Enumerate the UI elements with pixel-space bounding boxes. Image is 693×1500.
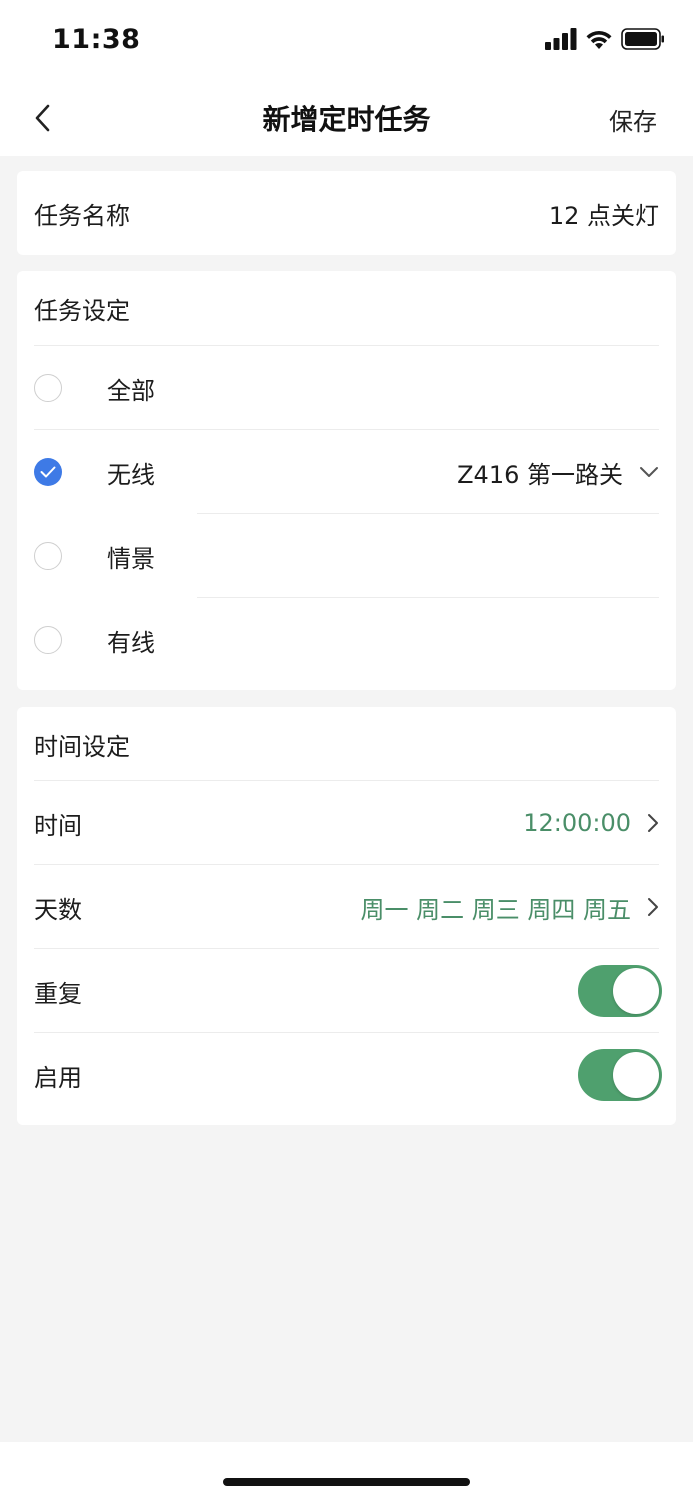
task-settings-title: 任务设定 — [34, 297, 130, 325]
time-row[interactable]: 时间 12:00:00 — [17, 781, 676, 865]
home-indicator-area — [0, 1442, 693, 1500]
option-wireless[interactable]: 无线 Z416 第一路关 — [17, 430, 676, 514]
chevron-down-icon — [640, 467, 658, 477]
checkmark-icon — [40, 466, 56, 478]
task-settings-card: 任务设定 全部 无线 Z416 第一路关 情景 有线 — [17, 271, 676, 690]
chevron-right-icon — [648, 898, 658, 916]
nav-bar: 新增定时任务 保存 — [0, 78, 693, 156]
status-icons — [545, 28, 665, 50]
status-bar: 11:38 — [0, 0, 693, 78]
chevron-right-icon — [648, 814, 658, 832]
enable-label: 启用 — [34, 1063, 82, 1092]
days-value: 周一 周二 周三 周四 周五 — [360, 895, 631, 924]
radio-wired[interactable] — [34, 626, 62, 654]
device-dropdown-value: Z416 第一路关 — [457, 460, 623, 489]
option-wired[interactable]: 有线 — [17, 598, 676, 682]
repeat-toggle-knob — [613, 968, 659, 1014]
battery-icon — [621, 28, 664, 50]
repeat-row: 重复 — [17, 949, 676, 1033]
task-settings-header: 任务设定 — [17, 271, 676, 346]
status-time: 11:38 — [52, 24, 141, 55]
time-settings-title: 时间设定 — [34, 732, 130, 761]
enable-row: 启用 — [17, 1033, 676, 1117]
task-name-row[interactable]: 任务名称 12 点关灯 — [17, 171, 676, 255]
option-scene[interactable]: 情景 — [17, 514, 676, 598]
task-name-value: 12 点关灯 — [548, 201, 659, 230]
cellular-signal-icon — [545, 28, 577, 50]
option-scene-label: 情景 — [107, 544, 155, 573]
days-row[interactable]: 天数 周一 周二 周三 周四 周五 — [17, 865, 676, 949]
option-all-label: 全部 — [107, 376, 155, 405]
device-dropdown[interactable]: Z416 第一路关 — [457, 455, 659, 490]
repeat-toggle[interactable] — [578, 965, 662, 1017]
time-value-link[interactable]: 12:00:00 — [523, 809, 659, 837]
repeat-label: 重复 — [34, 979, 82, 1008]
task-name-card: 任务名称 12 点关灯 — [17, 171, 676, 255]
option-wireless-label: 无线 — [107, 460, 155, 489]
radio-all[interactable] — [34, 374, 62, 402]
radio-wireless[interactable] — [34, 458, 62, 486]
time-label: 时间 — [34, 811, 82, 840]
page-title: 新增定时任务 — [262, 103, 431, 136]
time-settings-header: 时间设定 — [17, 707, 676, 781]
radio-scene[interactable] — [34, 542, 62, 570]
time-value: 12:00:00 — [523, 809, 631, 837]
days-value-link[interactable]: 周一 周二 周三 周四 周五 — [360, 890, 659, 925]
wifi-icon — [586, 30, 612, 49]
days-label: 天数 — [34, 895, 82, 924]
enable-toggle-knob — [613, 1052, 659, 1098]
save-button[interactable]: 保存 — [609, 102, 657, 137]
option-wired-label: 有线 — [107, 628, 155, 657]
home-indicator[interactable] — [223, 1478, 470, 1486]
task-name-label: 任务名称 — [34, 201, 130, 230]
option-all[interactable]: 全部 — [17, 346, 676, 430]
time-settings-card: 时间设定 时间 12:00:00 天数 周一 周二 周三 周四 周五 重复 启用 — [17, 707, 676, 1125]
enable-toggle[interactable] — [578, 1049, 662, 1101]
